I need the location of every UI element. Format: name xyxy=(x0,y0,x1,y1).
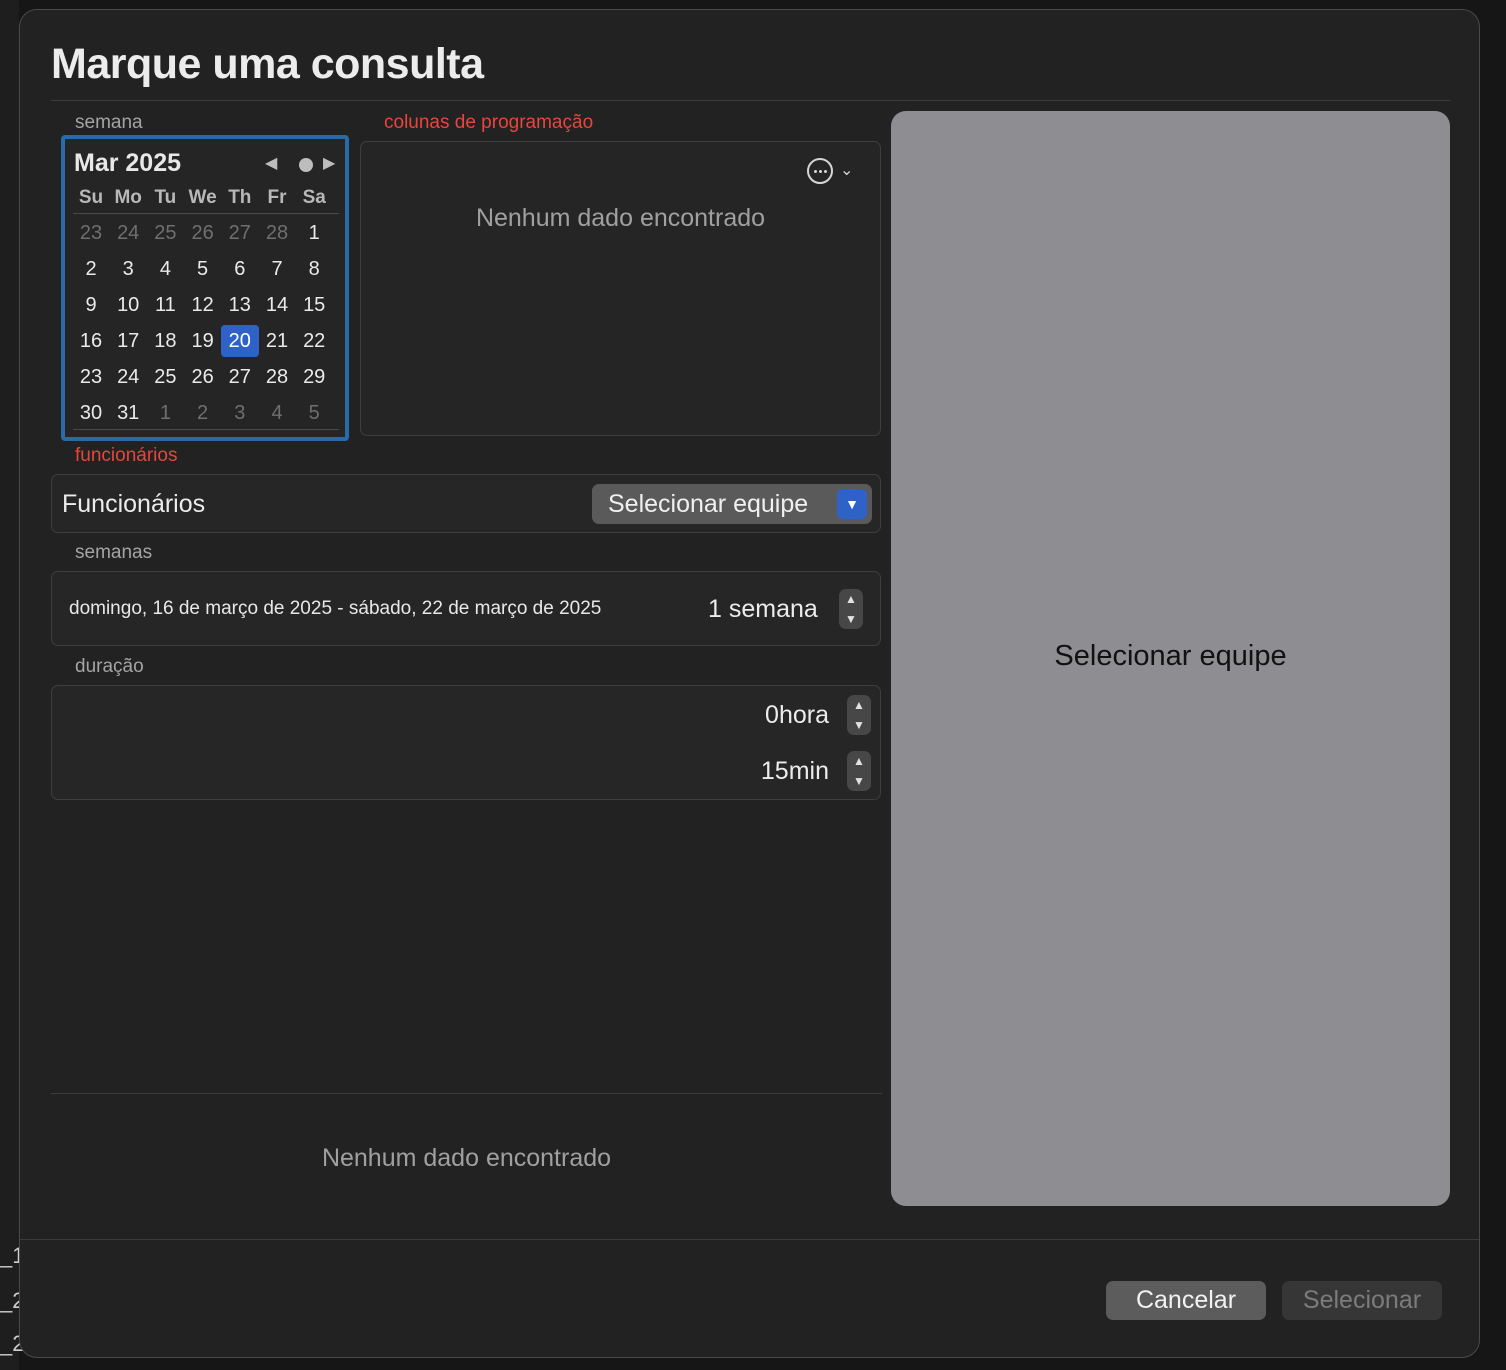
chevron-up-icon[interactable]: ▲ xyxy=(847,695,871,715)
divider xyxy=(51,100,1451,101)
divider xyxy=(20,1239,1479,1240)
week-range-text: domingo, 16 de março de 2025 - sábado, 2… xyxy=(69,598,602,619)
calendar-day[interactable]: 22 xyxy=(295,325,333,357)
cancel-button[interactable]: Cancelar xyxy=(1106,1281,1266,1320)
staff-section-label: funcionários xyxy=(75,445,178,466)
preview-placeholder-text: Selecionar equipe xyxy=(1054,640,1287,672)
weekday-label: Sa xyxy=(302,187,326,208)
calendar-day[interactable]: 31 xyxy=(109,397,147,429)
previous-month-icon[interactable]: ◀ xyxy=(265,153,277,173)
divider xyxy=(73,429,339,430)
select-button[interactable]: Selecionar xyxy=(1282,1281,1442,1320)
calendar-day[interactable]: 10 xyxy=(109,289,147,321)
week-label: semana xyxy=(75,112,143,133)
weekday-label: We xyxy=(188,187,217,208)
divider xyxy=(51,1093,882,1094)
calendar-day[interactable]: 24 xyxy=(109,217,147,249)
calendar-day[interactable]: 11 xyxy=(146,289,184,321)
calendar-day[interactable]: 13 xyxy=(221,289,259,321)
select-team-popup[interactable]: Selecionar equipe ▼ xyxy=(592,484,872,524)
calendar-day[interactable]: 3 xyxy=(109,253,147,285)
chevron-down-icon[interactable]: ▼ xyxy=(839,609,863,629)
calendar-day[interactable]: 18 xyxy=(146,325,184,357)
calendar-day[interactable]: 25 xyxy=(146,361,184,393)
calendar-day[interactable]: 26 xyxy=(184,217,222,249)
minutes-stepper[interactable]: ▲ ▼ xyxy=(847,751,871,791)
duration-minutes-value: 15min xyxy=(760,757,829,785)
calendar-day[interactable]: 21 xyxy=(258,325,296,357)
chevron-up-icon[interactable]: ▲ xyxy=(847,751,871,771)
weekday-label: Fr xyxy=(267,187,287,208)
calendar-day[interactable]: 24 xyxy=(109,361,147,393)
calendar-day[interactable]: 29 xyxy=(295,361,333,393)
staff-row: Funcionários Selecionar equipe ▼ xyxy=(51,474,881,533)
calendar-day[interactable]: 6 xyxy=(221,253,259,285)
calendar-day[interactable]: 23 xyxy=(72,217,110,249)
chevron-down-icon: ▼ xyxy=(837,489,867,519)
calendar-day[interactable]: 17 xyxy=(109,325,147,357)
calendar-day[interactable]: 16 xyxy=(72,325,110,357)
schedule-columns-label: colunas de programação xyxy=(384,112,594,133)
select-team-popup-label: Selecionar equipe xyxy=(608,490,809,518)
calendar-day[interactable]: 2 xyxy=(184,397,222,429)
calendar-day[interactable]: 26 xyxy=(184,361,222,393)
calendar-day[interactable]: 12 xyxy=(184,289,222,321)
calendar-day[interactable]: 28 xyxy=(258,217,296,249)
next-month-icon[interactable]: ▶ xyxy=(323,153,335,173)
calendar-day[interactable]: 4 xyxy=(146,253,184,285)
dialog-title: Marque uma consulta xyxy=(51,40,484,88)
calendar-day[interactable]: 9 xyxy=(72,289,110,321)
calendar-day[interactable]: 14 xyxy=(258,289,296,321)
today-dot-icon[interactable] xyxy=(299,158,313,172)
calendar-day[interactable]: 5 xyxy=(184,253,222,285)
background-window xyxy=(0,0,19,1370)
calendar-day[interactable]: 28 xyxy=(258,361,296,393)
ellipsis-circle-icon[interactable] xyxy=(807,158,833,184)
weeks-count-value: 1 semana xyxy=(708,595,818,623)
weekday-label: Mo xyxy=(114,187,142,208)
weeks-row: domingo, 16 de março de 2025 - sábado, 2… xyxy=(51,571,881,646)
schedule-empty-text: Nenhum dado encontrado xyxy=(475,204,766,232)
calendar-day[interactable]: 25 xyxy=(146,217,184,249)
chevron-up-icon[interactable]: ▲ xyxy=(839,589,863,609)
calendar-day[interactable]: 27 xyxy=(221,361,259,393)
calendar-day[interactable]: 2 xyxy=(72,253,110,285)
calendar-day[interactable]: 7 xyxy=(258,253,296,285)
chevron-down-icon[interactable]: ⌄ xyxy=(840,160,853,180)
calendar-day-selected[interactable]: 20 xyxy=(220,325,259,357)
weekday-label: Su xyxy=(78,187,104,208)
calendar-day[interactable]: 23 xyxy=(72,361,110,393)
duration-label: duração xyxy=(75,656,144,677)
chevron-down-icon[interactable]: ▼ xyxy=(847,771,871,791)
calendar-day[interactable]: 19 xyxy=(184,325,222,357)
chevron-down-icon[interactable]: ▼ xyxy=(847,715,871,735)
duration-panel: 0hora ▲ ▼ 15min ▲ ▼ xyxy=(51,685,881,800)
calendar-day[interactable]: 1 xyxy=(295,217,333,249)
calendar-day[interactable]: 3 xyxy=(221,397,259,429)
appointment-dialog: Marque uma consulta semana colunas de pr… xyxy=(19,9,1480,1358)
schedule-columns-panel: ⌄ Nenhum dado encontrado xyxy=(360,141,881,436)
calendar-day[interactable]: 4 xyxy=(258,397,296,429)
weekday-label: Tu xyxy=(154,187,177,208)
calendar-weekday-row: Su Mo Tu We Th Fr Sa xyxy=(73,187,339,214)
duration-hours-value: 0hora xyxy=(765,701,829,729)
calendar-day[interactable]: 1 xyxy=(146,397,184,429)
calendar-day[interactable]: 5 xyxy=(295,397,333,429)
staff-label: Funcionários xyxy=(62,490,206,518)
date-picker-calendar[interactable]: Mar 2025 ◀ ▶ Su Mo Tu We Th Fr Sa 23 24 25 26 27 28… xyxy=(61,135,349,441)
calendar-day[interactable]: 27 xyxy=(221,217,259,249)
hours-stepper[interactable]: ▲ ▼ xyxy=(847,695,871,735)
calendar-month-label: Mar 2025 xyxy=(74,149,182,177)
weeks-stepper[interactable]: ▲ ▼ xyxy=(839,589,863,629)
weekday-label: Th xyxy=(228,187,252,208)
calendar-day[interactable]: 15 xyxy=(295,289,333,321)
results-empty-text: Nenhum dado encontrado xyxy=(321,1144,612,1172)
calendar-header: Mar 2025 ◀ ▶ xyxy=(74,147,340,179)
weeks-label: semanas xyxy=(75,542,153,563)
calendar-day[interactable]: 8 xyxy=(295,253,333,285)
team-preview-panel: Selecionar equipe xyxy=(891,111,1450,1206)
calendar-day[interactable]: 30 xyxy=(72,397,110,429)
